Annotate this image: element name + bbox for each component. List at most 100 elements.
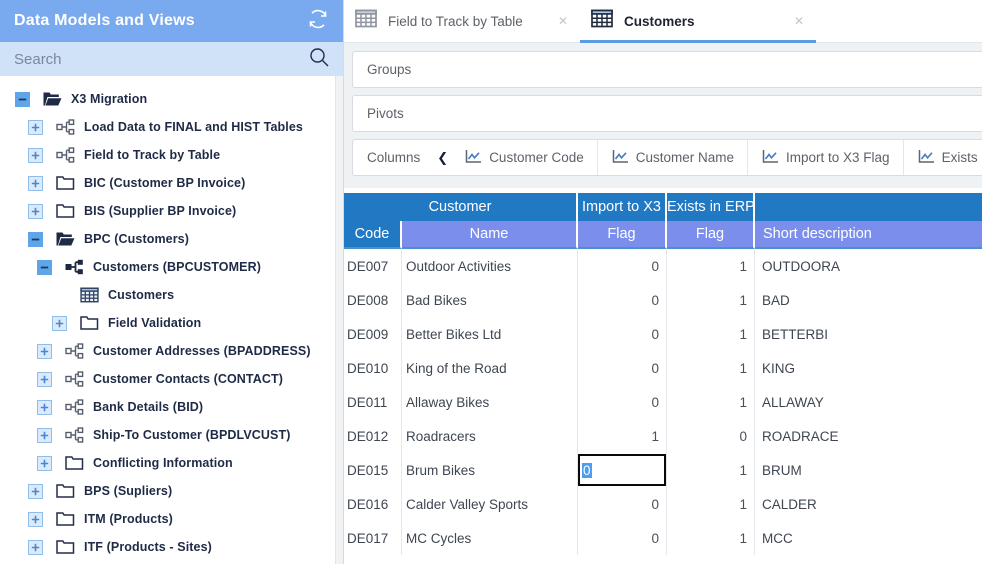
search-input[interactable]: Search	[14, 51, 62, 68]
search-bar[interactable]: Search	[0, 42, 343, 76]
cell-exists-flag[interactable]: 1	[667, 385, 755, 419]
cell-name[interactable]: Bad Bikes	[402, 283, 578, 317]
cell-code[interactable]: DE008	[344, 283, 402, 317]
cell-import-flag[interactable]: 0	[578, 521, 667, 555]
cell-import-flag[interactable]: 0	[578, 351, 667, 385]
tree-item-itm-products[interactable]: ITM (Products)	[0, 505, 343, 533]
cell-name[interactable]: Brum Bikes	[402, 453, 578, 487]
tree-item-bps-supliers[interactable]: BPS (Supliers)	[0, 477, 343, 505]
cell-name[interactable]: Outdoor Activities	[402, 249, 578, 283]
column-chip-import-to-x3-flag[interactable]: Import to X3 Flag	[748, 140, 904, 175]
expand-icon[interactable]	[28, 120, 43, 135]
expand-icon[interactable]	[37, 400, 52, 415]
cell-code[interactable]: DE010	[344, 351, 402, 385]
expand-icon[interactable]	[28, 148, 43, 163]
header-short-description[interactable]: Short description	[755, 221, 982, 249]
tree-item-load-data-to-final-and-hist-tables[interactable]: Load Data to FINAL and HIST Tables	[0, 113, 343, 141]
header-import-group[interactable]: Import to X3	[578, 193, 667, 221]
pivots-bar[interactable]: Pivots	[352, 95, 982, 132]
tree-item-bis-supplier-bp-invoice[interactable]: BIS (Supplier BP Invoice)	[0, 197, 343, 225]
expand-icon[interactable]	[28, 176, 43, 191]
cell-exists-flag[interactable]: 1	[667, 487, 755, 521]
collapse-icon[interactable]	[37, 260, 52, 275]
cell-short-desc[interactable]: BAD	[755, 283, 982, 317]
close-icon[interactable]: ✕	[794, 14, 804, 28]
cell-short-desc[interactable]: CALDER	[755, 487, 982, 521]
expand-icon[interactable]	[28, 512, 43, 527]
cell-import-flag[interactable]: 0	[578, 317, 667, 351]
tab-customers[interactable]: Customers ✕	[580, 0, 816, 42]
cell-name[interactable]: Better Bikes Ltd	[402, 317, 578, 351]
cell-exists-flag[interactable]: 1	[667, 453, 755, 487]
cell-import-flag[interactable]: 0	[578, 487, 667, 521]
expand-icon[interactable]	[28, 204, 43, 219]
tree-item-bpc-customers[interactable]: BPC (Customers)	[0, 225, 343, 253]
cell-import-flag[interactable]: 1	[578, 419, 667, 453]
expand-icon[interactable]	[37, 456, 52, 471]
cell-short-desc[interactable]: MCC	[755, 521, 982, 555]
collapse-icon[interactable]	[15, 92, 30, 107]
header-import-flag[interactable]: Flag	[578, 221, 667, 249]
cell-name[interactable]: King of the Road	[402, 351, 578, 385]
cell-import-flag[interactable]: 0	[578, 453, 667, 487]
cell-code[interactable]: DE015	[344, 453, 402, 487]
cell-exists-flag[interactable]: 1	[667, 351, 755, 385]
tree-item-customer-contacts-contact[interactable]: Customer Contacts (CONTACT)	[0, 365, 343, 393]
tree-item-customers[interactable]: Customers	[0, 281, 343, 309]
columns-bar[interactable]: Columns ❮ Customer CodeCustomer NameImpo…	[352, 139, 982, 176]
cell-name[interactable]: Calder Valley Sports	[402, 487, 578, 521]
cell-import-flag[interactable]: 0	[578, 385, 667, 419]
tree-item-customer-addresses-bpaddress[interactable]: Customer Addresses (BPADDRESS)	[0, 337, 343, 365]
collapse-icon[interactable]	[28, 232, 43, 247]
cell-exists-flag[interactable]: 1	[667, 521, 755, 555]
tree-item-ship-to-customer-bpdlvcust[interactable]: Ship-To Customer (BPDLVCUST)	[0, 421, 343, 449]
cell-short-desc[interactable]: OUTDOORA	[755, 249, 982, 283]
header-customer-group[interactable]: Customer	[344, 193, 578, 221]
close-icon[interactable]: ✕	[558, 14, 568, 28]
search-icon[interactable]	[308, 46, 330, 73]
tree-item-bank-details-bid[interactable]: Bank Details (BID)	[0, 393, 343, 421]
column-chip-customer-name[interactable]: Customer Name	[598, 140, 748, 175]
cell-import-flag[interactable]: 0	[578, 249, 667, 283]
tree-item-field-validation[interactable]: Field Validation	[0, 309, 343, 337]
cell-exists-flag[interactable]: 0	[667, 419, 755, 453]
cell-short-desc[interactable]: BETTERBI	[755, 317, 982, 351]
column-chip-exists-in-erp-flag[interactable]: Exists in ERP Flag	[904, 140, 982, 175]
cell-code[interactable]: DE009	[344, 317, 402, 351]
expand-icon[interactable]	[28, 540, 43, 555]
cell-name[interactable]: Roadracers	[402, 419, 578, 453]
expand-icon[interactable]	[37, 344, 52, 359]
cell-code[interactable]: DE017	[344, 521, 402, 555]
tree-item-field-to-track-by-table[interactable]: Field to Track by Table	[0, 141, 343, 169]
cell-short-desc[interactable]: KING	[755, 351, 982, 385]
chevron-left-icon[interactable]: ❮	[437, 150, 448, 166]
expand-icon[interactable]	[37, 372, 52, 387]
cell-code[interactable]: DE016	[344, 487, 402, 521]
column-chip-customer-code[interactable]: Customer Code	[462, 140, 598, 175]
header-code[interactable]: Code	[344, 221, 402, 249]
cell-editor[interactable]: 0	[578, 454, 666, 486]
tree-item-x3-migration[interactable]: X3 Migration	[0, 85, 343, 113]
refresh-icon[interactable]	[306, 7, 330, 36]
groups-bar[interactable]: Groups	[352, 51, 982, 88]
expand-icon[interactable]	[52, 316, 67, 331]
cell-exists-flag[interactable]: 1	[667, 283, 755, 317]
cell-name[interactable]: MC Cycles	[402, 521, 578, 555]
expand-icon[interactable]	[37, 428, 52, 443]
cell-name[interactable]: Allaway Bikes	[402, 385, 578, 419]
cell-import-flag[interactable]: 0	[578, 283, 667, 317]
tree-item-customers-bpcustomer[interactable]: Customers (BPCUSTOMER)	[0, 253, 343, 281]
cell-code[interactable]: DE012	[344, 419, 402, 453]
header-name[interactable]: Name	[402, 221, 578, 249]
tree-item-bic-customer-bp-invoice[interactable]: BIC (Customer BP Invoice)	[0, 169, 343, 197]
tree-item-conflicting-information[interactable]: Conflicting Information	[0, 449, 343, 477]
tab-field-to-track-by-table[interactable]: Field to Track by Table ✕	[344, 0, 580, 42]
cell-short-desc[interactable]: ROADRACE	[755, 419, 982, 453]
expand-icon[interactable]	[28, 484, 43, 499]
cell-short-desc[interactable]: ALLAWAY	[755, 385, 982, 419]
cell-code[interactable]: DE007	[344, 249, 402, 283]
cell-short-desc[interactable]: BRUM	[755, 453, 982, 487]
cell-exists-flag[interactable]: 1	[667, 249, 755, 283]
header-exists-group[interactable]: Exists in ERP	[667, 193, 755, 221]
header-exists-flag[interactable]: Flag	[667, 221, 755, 249]
